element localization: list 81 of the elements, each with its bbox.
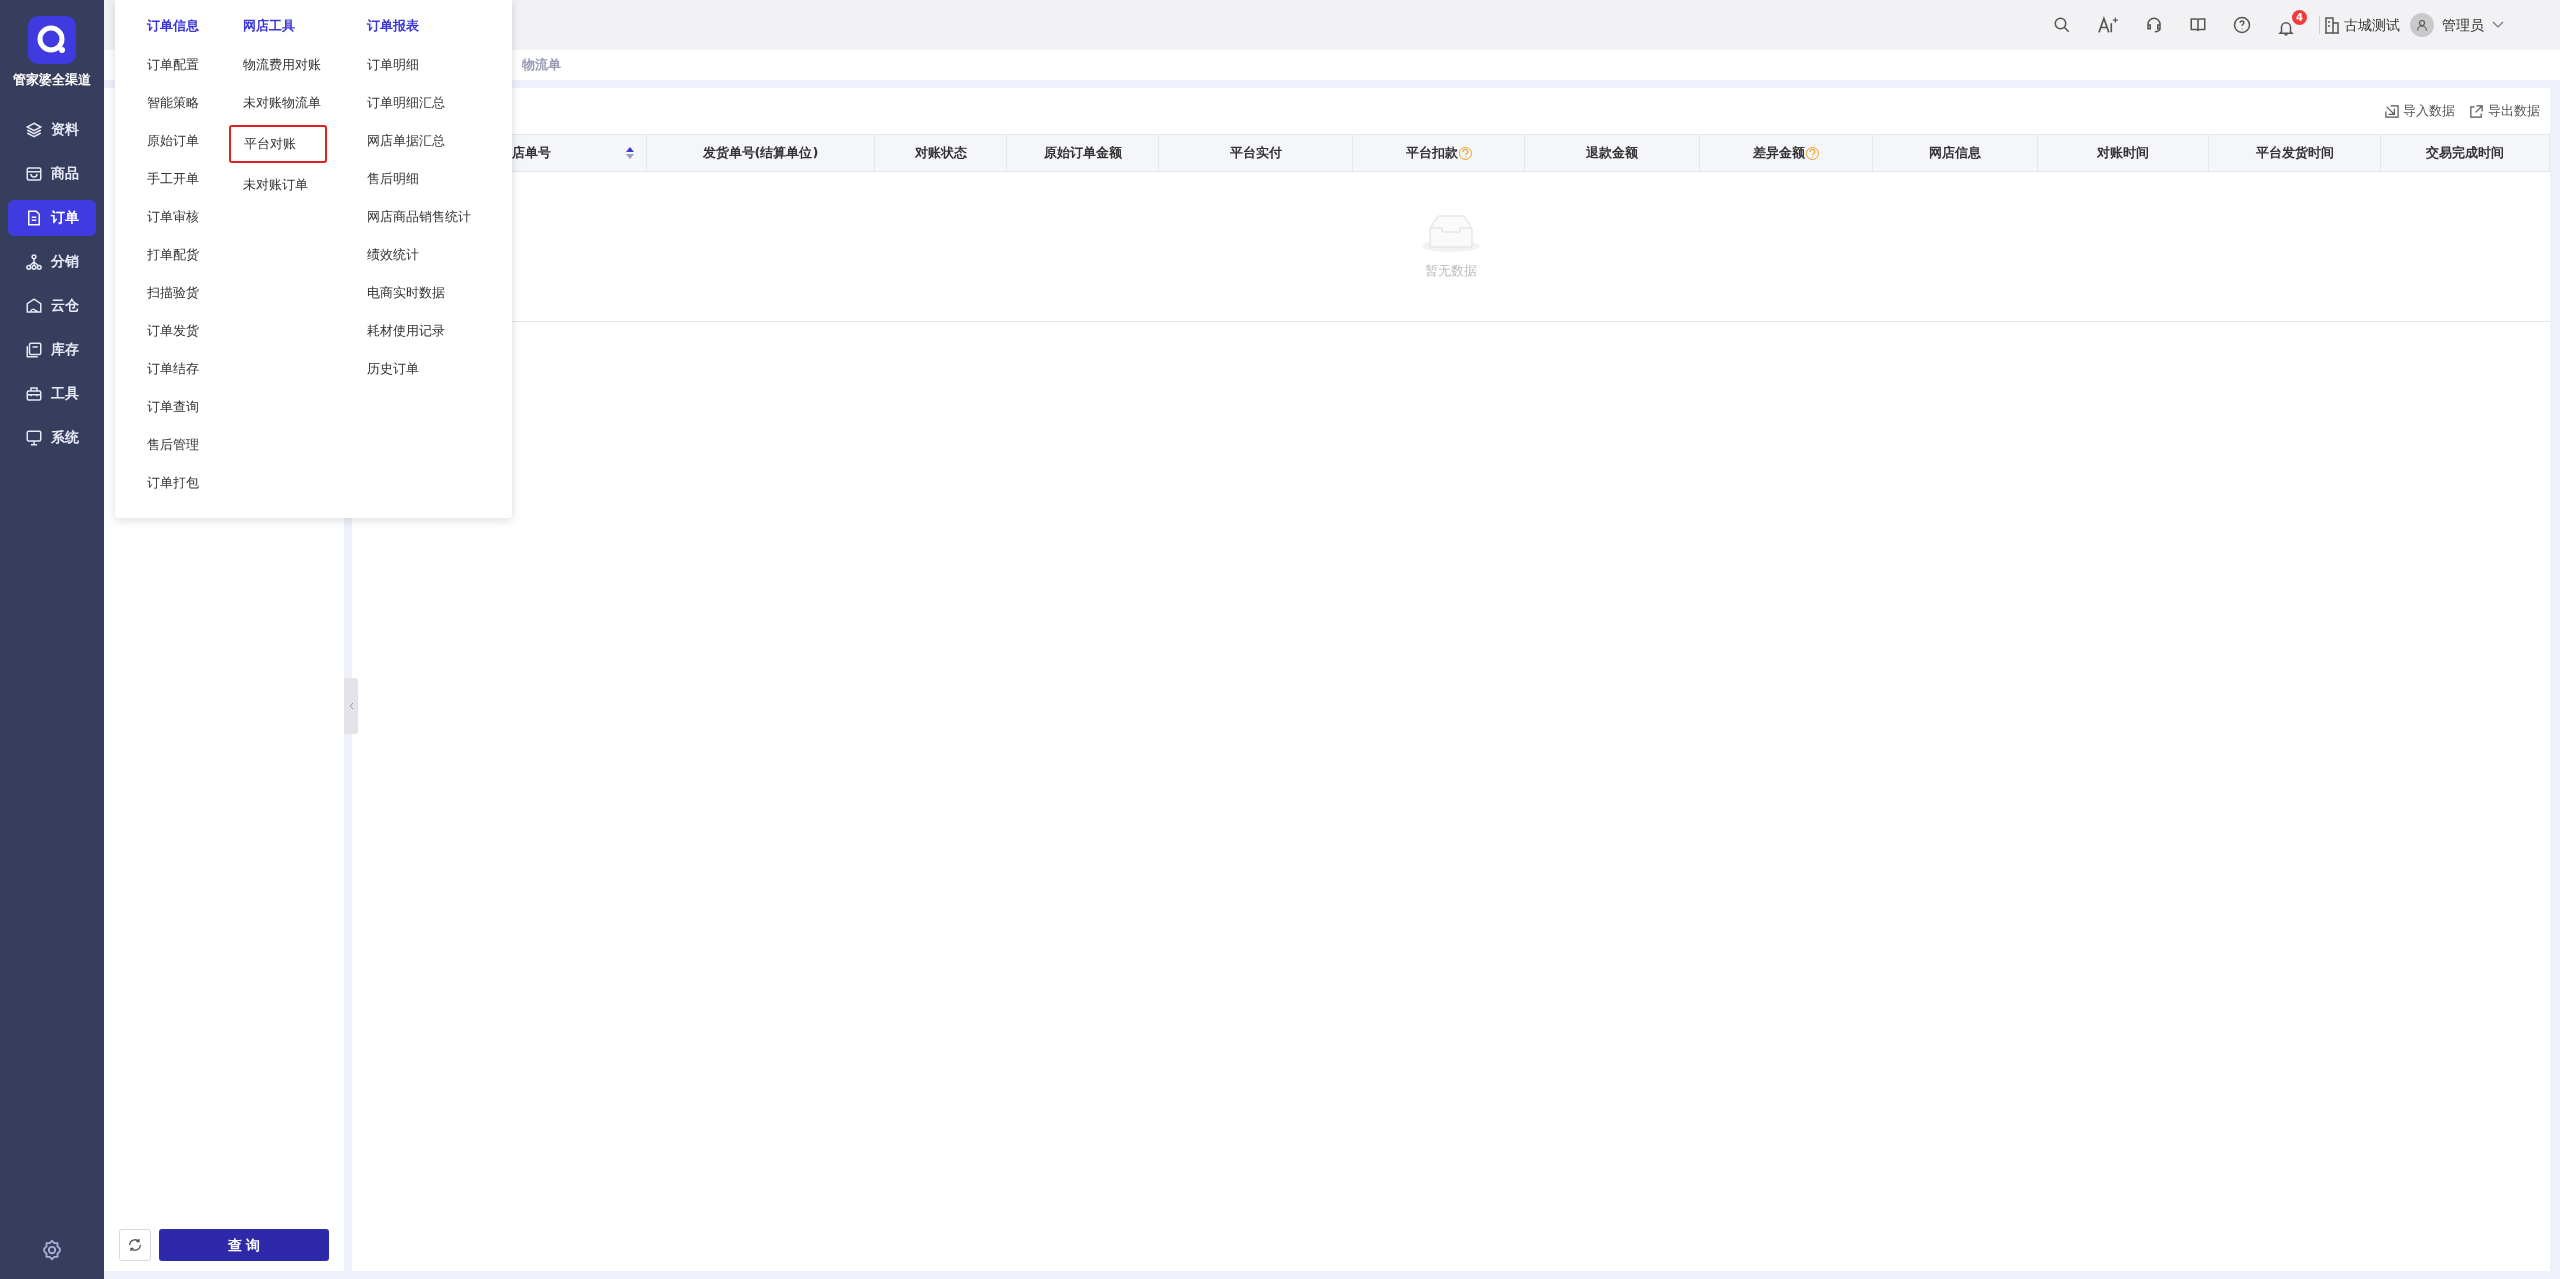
menu-item[interactable]: 耗材使用记录 [367, 312, 507, 350]
nav-item[interactable]: 工具 [8, 375, 96, 412]
inbox-icon [25, 164, 43, 183]
menu-item[interactable]: 订单审核 [147, 198, 243, 236]
menu-item[interactable]: 未对账订单 [243, 166, 367, 204]
column-header[interactable]: 交易完成时间 [2381, 135, 2550, 171]
menu-item[interactable]: 售后管理 [147, 426, 243, 464]
column-header[interactable]: 发货单号(结算单位) [647, 135, 875, 171]
brand-name: 管家婆全渠道 [13, 71, 91, 89]
empty-message: 暂无数据 [1425, 261, 1477, 280]
book-icon[interactable] [2189, 16, 2207, 34]
menu-item[interactable]: 打单配货 [147, 236, 243, 274]
menu-item[interactable]: 订单打包 [147, 464, 243, 502]
nav-item[interactable]: 资料 [8, 111, 96, 148]
house-icon [25, 296, 43, 315]
help-icon[interactable] [2233, 16, 2251, 34]
network-icon [25, 252, 43, 271]
menu-section-title: 网店工具 [243, 17, 296, 35]
avatar-icon[interactable] [2410, 13, 2434, 37]
reset-button[interactable] [119, 1229, 151, 1261]
ai-sparkle-icon[interactable] [2097, 16, 2119, 34]
column-header[interactable]: 平台实付 [1159, 135, 1353, 171]
notification-badge: 4 [2292, 10, 2307, 25]
layers-icon [25, 120, 43, 139]
menu-item[interactable]: 扫描验货 [147, 274, 243, 312]
menu-item[interactable]: 绩效统计 [367, 236, 507, 274]
refresh-icon [127, 1237, 143, 1253]
menu-item[interactable]: 电商实时数据 [367, 274, 507, 312]
menu-item[interactable]: 手工开单 [147, 160, 243, 198]
toolbox-icon [25, 384, 43, 403]
nav-item[interactable]: 分销 [8, 243, 96, 280]
nav-item[interactable]: 云仓 [8, 287, 96, 324]
menu-item[interactable]: 订单结存 [147, 350, 243, 388]
menu-item[interactable]: 智能策略 [147, 84, 243, 122]
column-header[interactable]: 平台扣款 [1353, 135, 1525, 171]
notification-button[interactable]: 4 [2277, 10, 2307, 40]
column-header[interactable]: 原始订单金额 [1007, 135, 1159, 171]
column-header[interactable]: 对账时间 [2038, 135, 2209, 171]
menu-item[interactable]: 网店单据汇总 [367, 122, 507, 160]
nav-item[interactable]: 库存 [8, 331, 96, 368]
menu-item[interactable]: 订单明细 [367, 46, 507, 84]
menu-item[interactable]: 订单发货 [147, 312, 243, 350]
menu-item[interactable]: 订单明细汇总 [367, 84, 507, 122]
menu-item[interactable]: 售后明细 [367, 160, 507, 198]
settings-icon[interactable] [41, 1239, 63, 1261]
menu-item[interactable]: 订单查询 [147, 388, 243, 426]
menu-item[interactable]: 历史订单 [367, 350, 507, 388]
logo-icon [28, 16, 76, 64]
collapse-handle[interactable] [344, 678, 358, 734]
sort-icon[interactable] [626, 147, 634, 159]
column-header[interactable]: 退款金额 [1525, 135, 1700, 171]
document-icon [25, 208, 43, 227]
import-button[interactable]: 导入数据 [2384, 101, 2455, 121]
query-button[interactable]: 查 询 [159, 1229, 329, 1261]
menu-item[interactable]: 物流费用对账 [243, 46, 367, 84]
export-button[interactable]: 导出数据 [2469, 101, 2540, 121]
menu-item[interactable]: 未对账物流单 [243, 84, 367, 122]
column-header[interactable]: 平台发货时间 [2209, 135, 2381, 171]
column-header[interactable]: 网店信息 [1873, 135, 2038, 171]
column-header[interactable]: 对账状态 [875, 135, 1007, 171]
menu-item[interactable]: 订单配置 [147, 46, 243, 84]
column-header[interactable]: 差异金额 [1700, 135, 1873, 171]
nav-item[interactable]: 商品 [8, 155, 96, 192]
store-name[interactable]: 古城测试 [2344, 14, 2400, 36]
nav-item[interactable]: 系统 [8, 419, 96, 456]
headset-icon[interactable] [2145, 16, 2163, 34]
copy-icon [25, 340, 43, 359]
import-icon [2384, 103, 2399, 119]
bell-icon [2277, 19, 2295, 37]
chevron-down-icon[interactable] [2492, 21, 2504, 29]
menu-section-title: 订单报表 [367, 17, 420, 35]
menu-section-title: 订单信息 [147, 17, 200, 35]
empty-inbox-icon [1421, 212, 1481, 253]
nav-item[interactable]: 订单 [8, 199, 96, 236]
menu-item[interactable]: 网店商品销售统计 [367, 198, 507, 236]
menu-item[interactable]: 平台对账 [229, 125, 327, 163]
external-link-icon [2469, 103, 2484, 119]
building-icon [2324, 16, 2340, 34]
search-icon[interactable] [2053, 16, 2071, 34]
user-name[interactable]: 管理员 [2442, 14, 2484, 36]
monitor-icon [25, 428, 43, 447]
